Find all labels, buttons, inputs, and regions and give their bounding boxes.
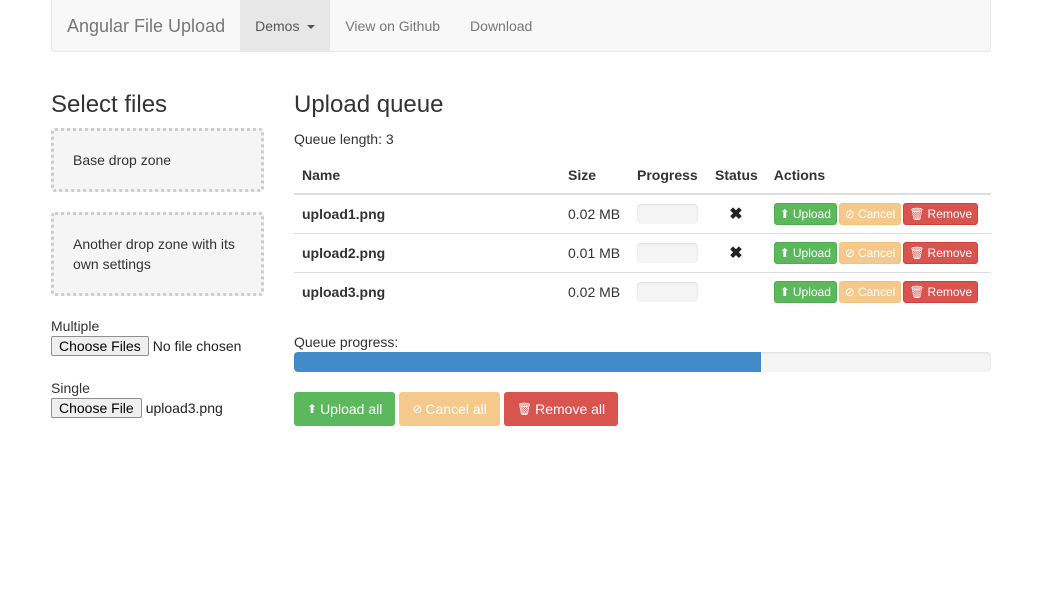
- upload-all-button[interactable]: ⬆ Upload all: [294, 392, 396, 426]
- cancel-button[interactable]: ⊘ Cancel: [838, 280, 902, 303]
- base-drop-zone-label: Base drop zone: [73, 152, 172, 168]
- file-progress-bar: [637, 242, 698, 263]
- remove-all-button[interactable]: 🗑 Remove all: [503, 392, 619, 426]
- table-row: upload2.png 0.01 MB ✖ ⬆ Upload ⊘ Cancel 🗑 Remove: [294, 232, 991, 272]
- remove-label: Remove: [927, 245, 973, 260]
- navbar: Angular File Upload Demos View on Github…: [51, 0, 991, 52]
- file-status-cell: ✖: [707, 232, 766, 272]
- trash-icon: 🗑: [909, 284, 925, 299]
- file-size: 0.02 MB: [568, 205, 621, 222]
- upload-queue-panel: Upload queue Queue length: 3 Name Size P…: [294, 90, 991, 426]
- table-header-row: Name Size Progress Status Actions: [294, 156, 991, 195]
- cancel-all-button[interactable]: ⊘ Cancel all: [399, 392, 500, 426]
- file-actions-cell: ⬆ Upload ⊘ Cancel 🗑 Remove: [765, 232, 991, 272]
- cancel-label: Cancel: [857, 284, 896, 299]
- remove-label: Remove: [927, 206, 973, 221]
- upload-label: Upload: [792, 245, 831, 260]
- settings-drop-zone[interactable]: Another drop zone with its own settings: [51, 212, 264, 296]
- upload-icon: ⬆: [779, 245, 790, 260]
- col-progress: Progress: [629, 156, 707, 195]
- queue-progress-bar: [294, 352, 991, 372]
- ban-icon: ⊘: [412, 402, 423, 416]
- cancel-button[interactable]: ⊘ Cancel: [838, 241, 902, 264]
- file-name: upload1.png: [302, 205, 386, 222]
- nav-item-demos[interactable]: Demos: [240, 0, 331, 51]
- remove-label: Remove: [927, 284, 973, 299]
- file-progress-cell: [629, 271, 707, 311]
- nav-item-github[interactable]: View on Github: [330, 0, 455, 51]
- col-actions: Actions: [765, 156, 991, 195]
- file-progress-cell: [629, 232, 707, 272]
- queue-length: Queue length: 3: [294, 131, 394, 147]
- nav-item-demos-label: Demos: [255, 18, 300, 34]
- ban-icon: ⊘: [844, 284, 855, 299]
- settings-drop-zone-label: Another drop zone with its own settings: [73, 236, 235, 272]
- choose-file-button[interactable]: Choose File: [51, 398, 142, 418]
- file-status-cell: ✖: [707, 194, 766, 233]
- queue-progress-fill: [294, 352, 761, 372]
- file-status-cell: [707, 271, 766, 311]
- cancel-label: Cancel: [857, 206, 896, 221]
- file-size: 0.01 MB: [560, 232, 629, 272]
- file-progress-bar: [637, 281, 698, 302]
- file-actions-cell: ⬆ Upload ⊘ Cancel 🗑 Remove: [766, 194, 991, 233]
- file-size: 0.02 MB: [560, 271, 629, 311]
- trash-icon: 🗑: [909, 245, 925, 260]
- upload-icon: ⬆: [307, 402, 318, 416]
- file-progress-bar: [637, 203, 698, 224]
- remove-all-label: Remove all: [535, 401, 606, 417]
- upload-label: Upload: [792, 284, 831, 299]
- nav-item-download[interactable]: Download: [455, 0, 547, 51]
- multiple-file-input[interactable]: Choose Files No file chosen: [51, 336, 241, 356]
- remove-button[interactable]: 🗑 Remove: [903, 241, 979, 264]
- upload-queue-title: Upload queue: [294, 91, 444, 118]
- error-icon: ✖: [729, 205, 743, 223]
- file-actions-cell: ⬆ Upload ⊘ Cancel 🗑 Remove: [765, 271, 991, 311]
- single-label: Single: [51, 380, 90, 396]
- file-progress-cell: [629, 194, 707, 233]
- cancel-label: Cancel: [857, 245, 896, 260]
- bulk-actions: ⬆ Upload all ⊘ Cancel all 🗑 Remove all: [294, 392, 619, 426]
- single-file-input[interactable]: Choose File upload3.png: [51, 398, 223, 418]
- upload-button[interactable]: ⬆ Upload: [773, 202, 837, 225]
- table-row: upload3.png 0.02 MB ⬆ Upload ⊘ Cancel 🗑 Remove: [294, 271, 991, 311]
- table-row: upload1.png 0.02 MB ✖ ⬆ Upload ⊘ Cancel 🗑 Remove: [294, 194, 991, 233]
- remove-button[interactable]: 🗑 Remove: [903, 202, 979, 225]
- single-file-status: upload3.png: [145, 400, 223, 416]
- upload-label: Upload: [792, 206, 831, 221]
- upload-icon: ⬆: [779, 206, 790, 221]
- multiple-file-status: No file chosen: [152, 338, 242, 354]
- col-status: Status: [707, 156, 766, 195]
- col-name: Name: [294, 156, 560, 195]
- trash-icon: 🗑: [909, 206, 925, 221]
- ban-icon: ⊘: [844, 206, 855, 221]
- queue-table: Name Size Progress Status Actions upload…: [294, 156, 991, 311]
- error-icon: ✖: [729, 244, 743, 262]
- file-name: upload3.png: [294, 271, 560, 311]
- upload-icon: ⬆: [779, 284, 790, 299]
- upload-all-label: Upload all: [320, 401, 383, 417]
- trash-icon: 🗑: [516, 402, 533, 416]
- queue-progress-label: Queue progress:: [294, 334, 399, 350]
- navbar-brand[interactable]: Angular File Upload: [52, 0, 240, 51]
- ban-icon: ⊘: [844, 245, 855, 260]
- cancel-button[interactable]: ⊘ Cancel: [838, 202, 902, 225]
- select-files-title: Select files: [51, 91, 168, 118]
- upload-button[interactable]: ⬆ Upload: [773, 241, 837, 264]
- file-name: upload2.png: [294, 232, 560, 272]
- select-files-panel: Select files Base drop zone Another drop…: [51, 90, 264, 418]
- remove-button[interactable]: 🗑 Remove: [903, 280, 979, 303]
- upload-button[interactable]: ⬆ Upload: [773, 280, 837, 303]
- col-size: Size: [560, 156, 629, 195]
- caret-down-icon: [307, 25, 316, 30]
- multiple-label: Multiple: [51, 318, 100, 334]
- choose-files-button[interactable]: Choose Files: [51, 336, 149, 356]
- cancel-all-label: Cancel all: [425, 401, 487, 417]
- base-drop-zone[interactable]: Base drop zone: [51, 128, 264, 192]
